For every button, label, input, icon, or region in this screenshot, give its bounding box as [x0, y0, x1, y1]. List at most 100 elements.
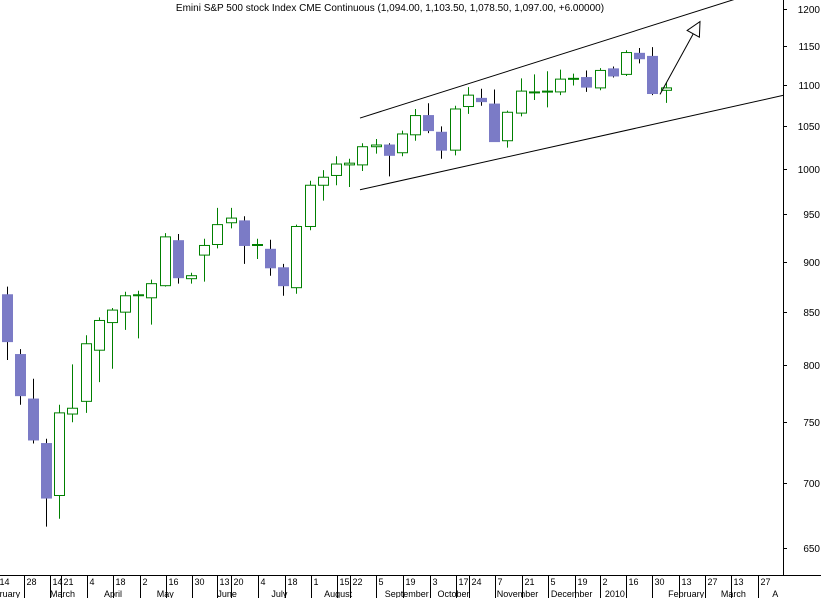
candle — [94, 317, 105, 383]
x-tick-label: 16 — [169, 577, 179, 587]
x-month-label: A — [772, 589, 778, 598]
x-month-label: October — [437, 589, 469, 598]
candle — [67, 364, 78, 423]
candle — [146, 279, 157, 325]
candle — [661, 82, 672, 103]
candle-body-up — [410, 115, 421, 136]
y-tick-label: 1100 — [798, 81, 820, 92]
candle — [318, 170, 329, 201]
candle — [305, 180, 316, 231]
candle-body-up — [199, 244, 210, 256]
candle — [647, 47, 658, 96]
candle — [436, 126, 447, 159]
candle-body-up — [463, 94, 474, 108]
candle — [502, 110, 513, 148]
x-month-label: November — [497, 589, 539, 598]
x-tick-label: 4 — [261, 577, 266, 587]
candle-body-down — [278, 267, 289, 287]
candle — [568, 73, 579, 86]
candle — [384, 143, 395, 177]
x-tick-label: 21 — [525, 577, 535, 587]
x-tick-label: 2 — [603, 577, 608, 587]
y-tick-label: 750 — [803, 418, 820, 429]
y-tick-label: 950 — [803, 210, 820, 221]
x-month-label: March — [721, 589, 746, 598]
y-tick-label: 650 — [803, 544, 820, 555]
candle — [476, 88, 487, 106]
candle — [265, 239, 276, 276]
projection-arrow-head — [686, 20, 701, 39]
candle — [581, 70, 592, 92]
candle-body-up — [450, 108, 461, 151]
x-axis: 14 28 14 21 4 18 2 16 30 13 20 4 18 1 15 22 5 19 3 17 24 7 21 5… — [0, 576, 778, 599]
candle — [120, 291, 131, 330]
x-tick-label: 7 — [498, 577, 503, 587]
candle-body-down — [15, 354, 26, 397]
candle-body-down — [436, 131, 447, 151]
candle — [239, 216, 250, 264]
y-tick-label: 1000 — [798, 165, 821, 176]
x-month-label: September — [385, 589, 429, 598]
chart-canvas: Emini S&P 500 stock Index CME Continuous… — [0, 0, 821, 599]
x-tick-label: 13 — [682, 577, 692, 587]
x-month-label: April — [104, 589, 122, 598]
candle — [357, 143, 368, 172]
x-tick-label: 2 — [143, 577, 148, 587]
candle — [410, 108, 421, 141]
candle — [489, 89, 500, 143]
y-tick-label: 900 — [803, 258, 820, 269]
candle — [555, 69, 566, 96]
y-tick-label: 1050 — [798, 122, 821, 133]
candle — [15, 349, 26, 405]
candle-body-up — [81, 343, 92, 402]
x-tick-label: 27 — [708, 577, 718, 587]
candle-body-up — [252, 244, 263, 247]
candle-body-up — [397, 133, 408, 154]
candle-body-up — [133, 294, 144, 297]
x-tick-label: 16 — [629, 577, 639, 587]
x-tick-label: 21 — [64, 577, 74, 587]
candle-body-up — [318, 176, 329, 186]
candle — [133, 290, 144, 339]
candle — [621, 50, 632, 76]
candle — [450, 105, 461, 156]
candle — [595, 68, 606, 91]
candle — [423, 103, 434, 134]
candle-body-up — [555, 78, 566, 93]
x-tick-label: 13 — [220, 577, 230, 587]
channel-upper-line — [359, 0, 735, 119]
x-month-label: February — [0, 589, 21, 598]
x-tick-label: 14 — [0, 577, 10, 587]
x-month-label: February — [668, 589, 705, 598]
candle-body-down — [173, 240, 184, 279]
candle — [371, 139, 382, 154]
candle-body-down — [608, 68, 619, 77]
x-month-label: 2010 — [605, 589, 625, 598]
candlestick-chart: Emini S&P 500 stock Index CME Continuous… — [0, 0, 821, 599]
x-tick-label: 1 — [314, 577, 319, 587]
x-tick-label: 13 — [734, 577, 744, 587]
candle-body-down — [239, 220, 250, 246]
candle — [226, 207, 237, 229]
candle-body-up — [621, 52, 632, 75]
candle-body-up — [595, 69, 606, 89]
x-tick-label: 15 — [340, 577, 350, 587]
candle — [107, 308, 118, 369]
candle-body-up — [54, 412, 65, 496]
x-month-label: June — [217, 589, 237, 598]
x-tick-label: 17 — [459, 577, 469, 587]
channel-lower-line — [359, 94, 784, 191]
candle — [54, 404, 65, 519]
x-tick-label: 22 — [353, 577, 363, 587]
candle — [199, 238, 210, 282]
x-tick-label: 18 — [116, 577, 126, 587]
trend-lines — [359, 0, 784, 191]
candle-body-down — [384, 144, 395, 156]
candle-body-up — [344, 162, 355, 166]
candle — [291, 224, 302, 294]
candle-body-down — [581, 77, 592, 88]
candle-body-up — [226, 217, 237, 224]
y-axis: 650 700 750 800 850 900 950 1000 1050 1100 1150 120… — [0, 0, 821, 576]
candle-body-up — [331, 163, 342, 176]
candle — [278, 263, 289, 296]
